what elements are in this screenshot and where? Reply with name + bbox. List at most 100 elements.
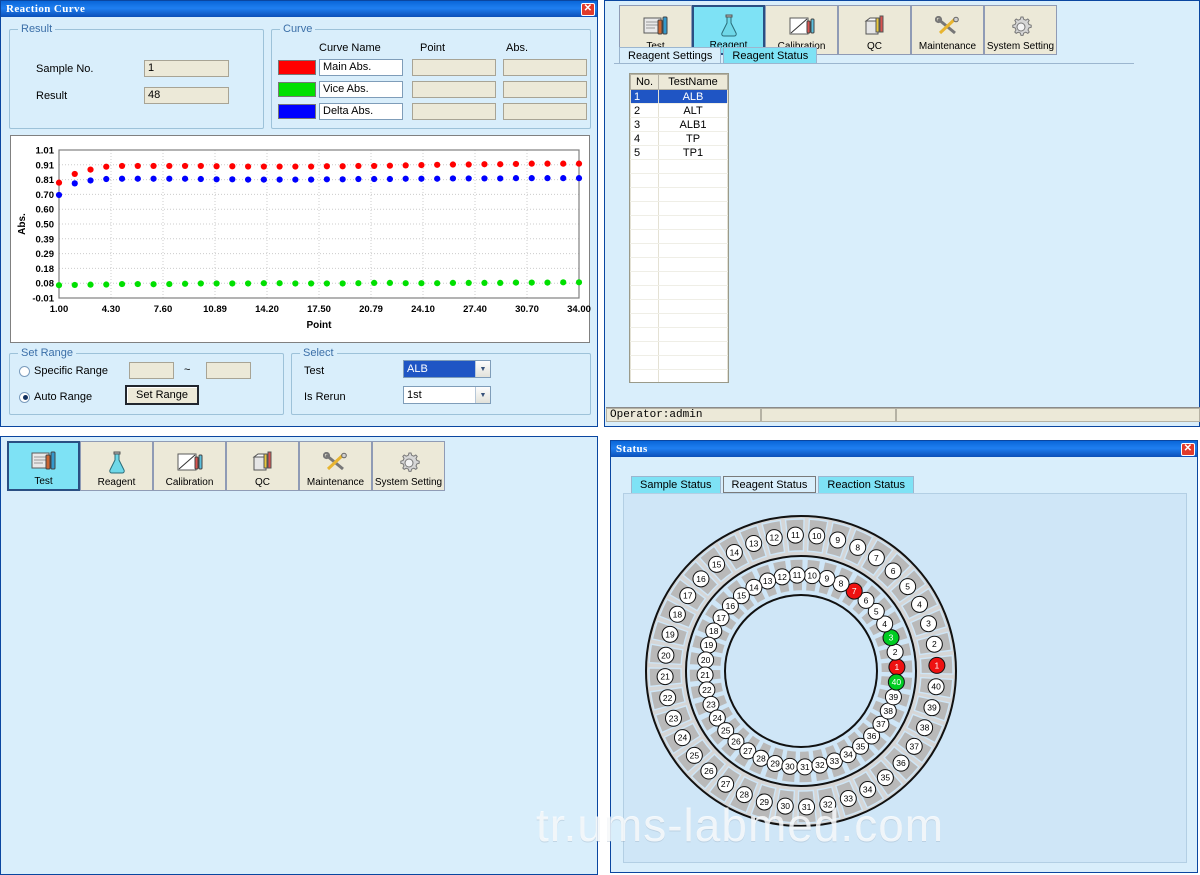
table-row[interactable] [631, 174, 728, 188]
svg-text:3: 3 [926, 619, 931, 629]
curve-name-field[interactable]: Vice Abs. [319, 81, 403, 98]
is-rerun-select[interactable]: 1st ▼ [403, 386, 491, 404]
svg-text:20: 20 [661, 650, 671, 660]
chevron-down-icon[interactable]: ▼ [475, 361, 490, 377]
close-icon[interactable]: ✕ [1181, 443, 1195, 456]
chevron-down-icon[interactable]: ▼ [475, 387, 490, 403]
curve-point-field[interactable] [412, 103, 496, 120]
table-row[interactable] [631, 342, 728, 356]
range-to-field[interactable] [206, 362, 251, 379]
cell-no: 5 [631, 146, 659, 160]
svg-text:7: 7 [852, 586, 857, 596]
table-row[interactable] [631, 328, 728, 342]
table-row[interactable] [631, 244, 728, 258]
cell-no [631, 342, 659, 356]
curve-name-field[interactable]: Delta Abs. [319, 103, 403, 120]
table-row[interactable]: 1ALB [631, 90, 728, 104]
table-row[interactable] [631, 160, 728, 174]
abs-header: Abs. [506, 42, 528, 54]
cell-testname: ALB1 [659, 118, 728, 132]
toolbar-button-system-setting[interactable]: System Setting [372, 441, 445, 491]
table-row[interactable] [631, 258, 728, 272]
svg-text:40: 40 [931, 682, 941, 692]
radio-specific-range[interactable]: Specific Range [19, 365, 108, 377]
svg-text:38: 38 [884, 706, 894, 716]
svg-text:30: 30 [781, 801, 791, 811]
tab-sample-status[interactable]: Sample Status [631, 476, 721, 493]
tools-icon [935, 13, 961, 41]
sample-no-field[interactable]: 1 [144, 60, 229, 77]
status-bar-cell [896, 408, 1200, 422]
test-list[interactable]: No.TestName1ALB2ALT3ALB14TP5TP1 [629, 73, 729, 383]
svg-text:3: 3 [889, 633, 894, 643]
svg-text:27: 27 [721, 779, 731, 789]
table-row[interactable] [631, 370, 728, 384]
toolbar-button-calibration[interactable]: Calibration [153, 441, 226, 491]
curve-name-field[interactable]: Main Abs. [319, 59, 403, 76]
table-row[interactable]: 4TP [631, 132, 728, 146]
svg-text:31: 31 [802, 802, 812, 812]
column-header: No. [631, 75, 659, 90]
svg-text:0.91: 0.91 [36, 160, 55, 171]
table-row[interactable] [631, 314, 728, 328]
svg-text:34: 34 [863, 785, 873, 795]
table-row[interactable] [631, 188, 728, 202]
table-row[interactable] [631, 230, 728, 244]
result-field[interactable]: 48 [144, 87, 229, 104]
table-row[interactable] [631, 300, 728, 314]
svg-text:14: 14 [730, 547, 740, 557]
table-row[interactable] [631, 202, 728, 216]
svg-text:17.50: 17.50 [307, 304, 331, 315]
select-group-caption: Select [300, 347, 337, 359]
svg-text:40: 40 [892, 677, 902, 687]
range-from-field[interactable] [129, 362, 174, 379]
svg-text:0.81: 0.81 [36, 175, 55, 186]
svg-text:22: 22 [663, 693, 673, 703]
test-select[interactable]: ALB ▼ [403, 360, 491, 378]
radio-auto-range[interactable]: Auto Range [19, 391, 92, 403]
svg-text:28: 28 [740, 790, 750, 800]
svg-text:15: 15 [712, 559, 722, 569]
close-icon[interactable]: ✕ [581, 3, 595, 16]
toolbar-button-qc[interactable]: QC [838, 5, 911, 55]
tab-reaction-status[interactable]: Reaction Status [818, 476, 914, 493]
cell-testname [659, 258, 728, 272]
curve-abs-field[interactable] [503, 81, 587, 98]
toolbar-button-maintenance[interactable]: Maintenance [911, 5, 984, 55]
toolbar-button-test[interactable]: Test [7, 441, 80, 491]
svg-text:17: 17 [683, 591, 693, 601]
curve-point-field[interactable] [412, 81, 496, 98]
toolbar-button-system-setting[interactable]: System Setting [984, 5, 1057, 55]
svg-text:19: 19 [665, 629, 675, 639]
toolbar-button-reagent[interactable]: Reagent [80, 441, 153, 491]
tab-reagent-status[interactable]: Reagent Status [723, 47, 817, 64]
range-tilde: ~ [184, 364, 190, 376]
tab-reagent-status[interactable]: Reagent Status [723, 476, 817, 493]
svg-text:23: 23 [669, 713, 679, 723]
svg-text:7: 7 [874, 553, 879, 563]
test-icon [643, 13, 669, 41]
result-group: Result [9, 29, 264, 129]
table-row[interactable]: 5TP1 [631, 146, 728, 160]
svg-text:30: 30 [785, 761, 795, 771]
cell-no: 2 [631, 104, 659, 118]
table-row[interactable]: 2ALT [631, 104, 728, 118]
curve-abs-field[interactable] [503, 59, 587, 76]
is-rerun-label: Is Rerun [304, 391, 346, 403]
table-row[interactable] [631, 216, 728, 230]
table-row[interactable] [631, 272, 728, 286]
toolbar-button-qc[interactable]: QC [226, 441, 299, 491]
tab-reagent-settings[interactable]: Reagent Settings [619, 47, 721, 64]
curve-point-field[interactable] [412, 59, 496, 76]
curve-abs-field[interactable] [503, 103, 587, 120]
toolbar-button-maintenance[interactable]: Maintenance [299, 441, 372, 491]
set-range-button[interactable]: Set Range [125, 385, 199, 405]
table-row[interactable] [631, 286, 728, 300]
table-row[interactable] [631, 356, 728, 370]
table-row[interactable]: 3ALB1 [631, 118, 728, 132]
svg-text:4.30: 4.30 [102, 304, 121, 315]
cell-testname [659, 230, 728, 244]
reagent-carousel[interactable]: 1234567891011121314151617181920212223242… [631, 511, 971, 841]
cell-testname [659, 160, 728, 174]
tools-icon [323, 449, 349, 477]
